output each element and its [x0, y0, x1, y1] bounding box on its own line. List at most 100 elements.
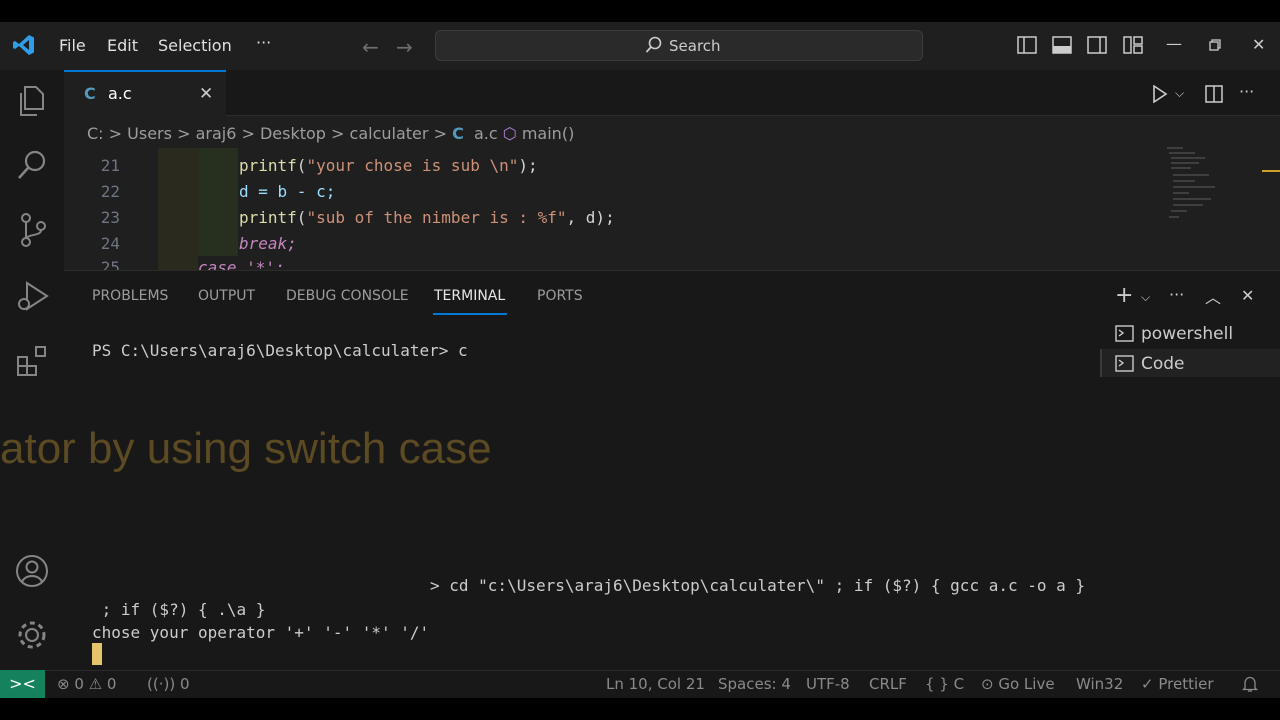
ports-count: 0 — [179, 675, 190, 693]
terminal-cursor[interactable] — [92, 643, 102, 665]
panel-more-actions-icon[interactable]: ··· — [1169, 285, 1184, 304]
breadcrumb-sep: > — [108, 124, 123, 143]
letterbox-top — [0, 0, 1280, 22]
back-arrow-icon[interactable]: ← — [362, 35, 379, 59]
search-icon — [645, 36, 662, 53]
code-string: "your chose is sub \n" — [306, 156, 519, 175]
panel-tab-ports[interactable]: PORTS — [537, 288, 583, 304]
toggle-secondary-sidebar-icon[interactable] — [1087, 36, 1107, 54]
code-line-24[interactable]: break; — [239, 234, 297, 253]
breadcrumb-symbol-method-icon: ⬡ — [502, 124, 517, 143]
search-label: Search — [669, 37, 721, 55]
tab-close-icon[interactable]: ✕ — [199, 84, 213, 104]
panel-tab-output[interactable]: OUTPUT — [198, 288, 255, 304]
terminal-item-powershell[interactable]: powershell — [1141, 324, 1233, 344]
error-count: 0 — [74, 675, 84, 693]
terminal-prompt-line: PS C:\Users\araj6\Desktop\calculater> c — [92, 341, 468, 360]
status-go-live[interactable]: ⊙ Go Live — [981, 675, 1055, 693]
run-debug-icon[interactable] — [15, 278, 51, 314]
status-indentation[interactable]: Spaces: 4 — [718, 675, 791, 693]
toggle-panel-icon[interactable] — [1052, 36, 1072, 54]
prettier-label: Prettier — [1158, 675, 1214, 693]
maximize-panel-chevron-icon[interactable]: ︿ — [1205, 284, 1221, 308]
error-icon: ⊗ — [57, 675, 70, 693]
run-file-icon[interactable] — [1152, 85, 1168, 103]
terminal-command-line-2: ; if ($?) { .\a } — [92, 600, 266, 619]
status-eol[interactable]: CRLF — [869, 675, 907, 693]
run-dropdown-chevron-icon[interactable]: ⌵ — [1175, 86, 1184, 101]
status-ports[interactable]: ((·)) 0 — [147, 675, 190, 693]
indent-guide-outer — [158, 148, 198, 270]
breadcrumb-c-file-icon: C — [452, 124, 464, 143]
broadcast-icon: ((·)) — [147, 675, 176, 693]
indent-guide-inner — [198, 148, 238, 256]
terminal-command-line: > cd "c:\Users\araj6\Desktop\calculater\… — [430, 576, 1086, 595]
panel-tab-debug-console[interactable]: DEBUG CONSOLE — [286, 288, 409, 304]
status-prettier[interactable]: ✓ Prettier — [1141, 675, 1214, 693]
c-file-icon: C — [84, 84, 96, 103]
source-control-icon[interactable] — [17, 212, 49, 248]
vscode-logo-icon — [13, 35, 34, 55]
breadcrumb-folder[interactable]: calculater — [350, 124, 429, 143]
terminal-powershell-icon — [1115, 325, 1134, 342]
close-panel-icon[interactable]: ✕ — [1241, 286, 1254, 305]
breadcrumb-file[interactable]: a.c — [474, 124, 498, 143]
code-line-23[interactable]: printf("sub of the nimber is : %f", d); — [239, 208, 615, 227]
breadcrumb-drive[interactable]: C: — [87, 124, 104, 143]
line-number: 21 — [100, 156, 120, 175]
menu-selection[interactable]: Selection — [158, 36, 232, 55]
line-number: 23 — [100, 208, 120, 227]
search-view-icon[interactable] — [16, 148, 50, 182]
minimap[interactable] — [1165, 145, 1225, 220]
scrollbar-marker — [1262, 170, 1280, 172]
new-terminal-plus-icon[interactable]: + — [1115, 283, 1133, 308]
status-encoding[interactable]: UTF-8 — [806, 675, 850, 693]
code-punct: ( — [296, 208, 307, 227]
breadcrumb-sep: > — [433, 124, 447, 143]
breadcrumb: C: > Users > araj6 > Desktop > calculate… — [87, 124, 574, 143]
remote-indicator[interactable]: >< — [0, 670, 45, 698]
minimize-icon[interactable]: — — [1166, 34, 1182, 53]
panel-tab-problems[interactable]: PROBLEMS — [92, 288, 168, 304]
close-window-icon[interactable]: ✕ — [1252, 35, 1265, 54]
breadcrumb-users[interactable]: Users — [127, 124, 172, 143]
forward-arrow-icon[interactable]: → — [396, 35, 413, 59]
warning-icon: ⚠ — [88, 675, 103, 693]
breadcrumb-sep: > — [241, 124, 255, 143]
status-cursor-position[interactable]: Ln 10, Col 21 — [606, 675, 705, 693]
toggle-primary-sidebar-icon[interactable] — [1017, 36, 1037, 54]
editor-more-actions-icon[interactable]: ··· — [1239, 82, 1254, 101]
explorer-icon[interactable] — [16, 84, 48, 118]
breadcrumb-desktop[interactable]: Desktop — [260, 124, 326, 143]
terminal-dropdown-chevron-icon[interactable]: ⌵ — [1141, 290, 1150, 305]
customize-layout-icon[interactable] — [1123, 36, 1143, 54]
terminal-output-line: chose your operator '+' '-' '*' '/' — [92, 623, 430, 642]
menu-file[interactable]: File — [59, 36, 86, 55]
video-caption-overlay: ator by using switch case — [0, 424, 492, 473]
broadcast-icon: ⊙ — [981, 675, 994, 693]
extensions-icon[interactable] — [16, 344, 50, 378]
status-problems[interactable]: ⊗ 0 ⚠ 0 — [57, 675, 116, 693]
breadcrumb-user[interactable]: araj6 — [196, 124, 237, 143]
code-string: "sub of the nimber is : %f" — [306, 208, 567, 227]
restore-icon[interactable] — [1209, 39, 1221, 51]
panel-tab-terminal[interactable]: TERMINAL — [434, 288, 505, 304]
code-statement: d = b - c; — [239, 182, 336, 201]
menu-edit[interactable]: Edit — [107, 36, 138, 55]
status-platform[interactable]: Win32 — [1076, 675, 1123, 693]
split-editor-icon[interactable] — [1205, 85, 1223, 103]
accounts-icon[interactable] — [15, 554, 49, 588]
code-punct: , d); — [566, 208, 615, 227]
manage-gear-icon[interactable] — [15, 618, 49, 652]
code-line-22[interactable]: d = b - c; — [239, 182, 335, 201]
notifications-bell-icon[interactable] — [1242, 676, 1258, 693]
breadcrumb-symbol[interactable]: main() — [522, 124, 574, 143]
code-line-21[interactable]: printf("your chose is sub \n"); — [239, 156, 538, 175]
code-line-25[interactable]: case '*': — [198, 258, 285, 270]
status-language[interactable]: { } C — [925, 675, 964, 693]
breadcrumb-sep: > — [331, 124, 345, 143]
menu-more[interactable]: ··· — [256, 33, 271, 52]
terminal-item-code[interactable]: Code — [1141, 354, 1185, 374]
check-icon: ✓ — [1141, 675, 1154, 693]
code-punct: ); — [518, 156, 538, 175]
